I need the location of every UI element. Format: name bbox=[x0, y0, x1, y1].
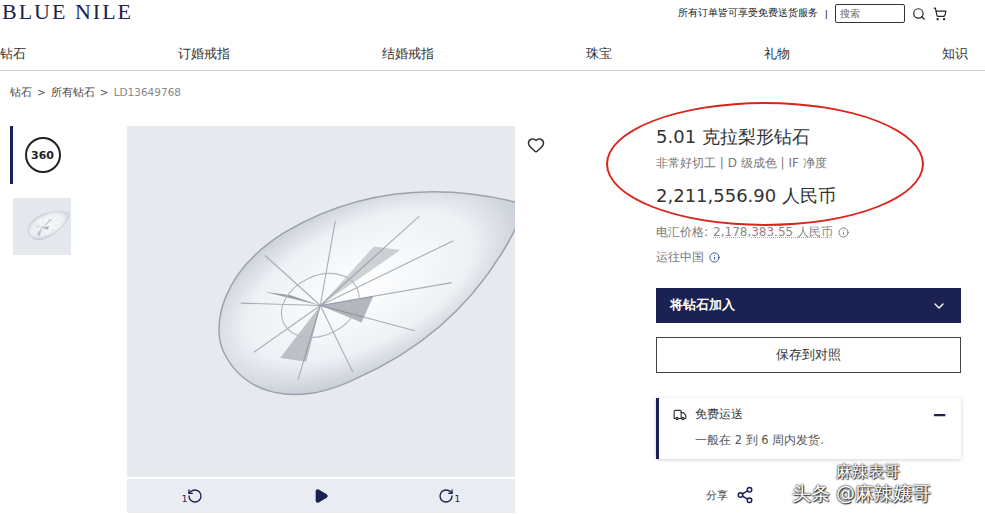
search-field[interactable] bbox=[835, 4, 905, 23]
wechat-watermark: 麻辣表哥 bbox=[812, 462, 900, 482]
product-price: 2,211,556.90 人民币 bbox=[656, 185, 961, 207]
chevron-down-icon bbox=[931, 298, 947, 314]
view-360-icon: 360 bbox=[25, 137, 61, 173]
collapse-toggle[interactable]: − bbox=[932, 407, 947, 422]
nav-item[interactable]: 礼物 bbox=[764, 46, 790, 62]
ship-to-text: 运往中国 bbox=[656, 250, 704, 265]
nav-item[interactable]: 订婚戒指 bbox=[178, 46, 230, 62]
product-specs: 非常好切工 | D 级成色 | IF 净度 bbox=[656, 156, 961, 171]
logo[interactable]: BLUE NILE bbox=[2, 0, 133, 24]
shipping-box: 免费运送 − 一般在 2 到 6 周内发货. bbox=[656, 398, 961, 459]
rotate-right-icon bbox=[438, 488, 454, 504]
favorite-column bbox=[515, 126, 545, 513]
diamond-image bbox=[127, 127, 515, 477]
breadcrumb-item[interactable]: 钻石 bbox=[10, 85, 32, 99]
breadcrumb-item[interactable]: 所有钻石 bbox=[51, 85, 95, 99]
wire-price-value: 2,178,383.55 人民币 bbox=[713, 225, 833, 240]
shipping-title: 免费运送 bbox=[695, 407, 743, 422]
product-title: 5.01 克拉梨形钻石 bbox=[656, 126, 961, 148]
product-panel: 5.01 克拉梨形钻石非常好切工 | D 级成色 | IF 净度 2,211,55… bbox=[656, 126, 961, 513]
cart-icon[interactable] bbox=[933, 7, 947, 21]
nav-item[interactable]: 钻石 bbox=[0, 46, 26, 62]
play-icon bbox=[313, 488, 329, 504]
nav-item[interactable]: 珠宝 bbox=[586, 46, 612, 62]
thumbnail-360[interactable]: 360 bbox=[10, 126, 72, 184]
rotate-right-button[interactable]: 1 bbox=[438, 488, 460, 504]
wire-price-label: 电汇价格: bbox=[656, 225, 708, 240]
product-page: BLUE NILE 所有订单皆可享受免费送货服务 | 钻石 订婚戒指 结婚戒指 珠宝 礼物 知识… bbox=[0, 0, 985, 514]
save-compare-button[interactable]: 保存到对照 bbox=[656, 337, 961, 373]
top-right: 所有订单皆可享受免费送货服务 | bbox=[678, 4, 947, 23]
viewer-controls: 11 bbox=[127, 477, 515, 513]
info-icon[interactable] bbox=[709, 252, 720, 263]
annotation-circle bbox=[606, 102, 924, 226]
breadcrumb-item: LD13649768 bbox=[114, 85, 181, 99]
separator: | bbox=[825, 8, 828, 19]
wechat-icon bbox=[812, 463, 830, 481]
main-nav: 钻石 订婚戒指 结婚戒指 珠宝 礼物 知识 bbox=[0, 30, 985, 71]
breadcrumb: 钻石 > 所有钻石 > LD13649768 bbox=[0, 85, 985, 99]
top-bar: BLUE NILE 所有订单皆可享受免费送货服务 | bbox=[0, 0, 985, 30]
toutiao-watermark: 头条 @麻辣嬢哥 bbox=[792, 482, 931, 505]
nav-item[interactable]: 结婚戒指 bbox=[382, 46, 434, 62]
shipping-header[interactable]: 免费运送 − bbox=[673, 407, 947, 422]
thumbnail-diamond bbox=[15, 202, 69, 252]
wire-price-row: 电汇价格: 2,178,383.55 人民币 bbox=[656, 225, 961, 240]
breadcrumb-separator: > bbox=[100, 85, 109, 99]
promo-text: 所有订单皆可享受免费送货服务 bbox=[678, 7, 818, 20]
rotate-left-icon bbox=[187, 488, 203, 504]
image-viewer: 11 bbox=[127, 126, 515, 513]
nav-item[interactable]: 知识 bbox=[942, 46, 968, 62]
product-main: 360115.01 克拉梨形钻石非常好切工 | D 级成色 | IF 净度2,2… bbox=[0, 126, 985, 513]
thumbnail-list: 360 bbox=[10, 126, 72, 513]
share-icon bbox=[736, 486, 754, 504]
ship-to-row: 运往中国 bbox=[656, 250, 961, 265]
breadcrumb-separator: > bbox=[37, 85, 46, 99]
add-diamond-button[interactable]: 将钻石加入 bbox=[656, 288, 961, 323]
search-icon[interactable] bbox=[912, 7, 926, 21]
heart-icon[interactable] bbox=[527, 136, 545, 154]
thumbnail-image[interactable] bbox=[13, 198, 71, 255]
shipping-detail: 一般在 2 到 6 周内发货. bbox=[673, 433, 947, 447]
info-icon[interactable] bbox=[838, 227, 849, 238]
play-button[interactable] bbox=[313, 488, 329, 504]
rotate-left-button[interactable]: 1 bbox=[182, 488, 204, 504]
truck-icon bbox=[673, 408, 687, 422]
diamond-photo bbox=[127, 126, 515, 477]
